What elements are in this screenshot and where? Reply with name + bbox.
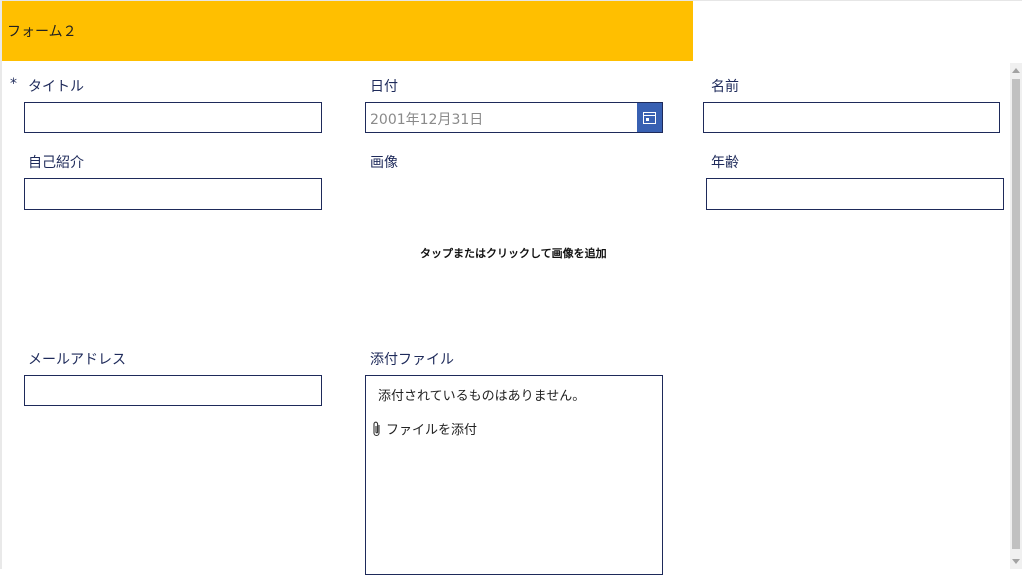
- title-label: タイトル: [28, 79, 84, 95]
- date-picker[interactable]: 2001年12月31日: [365, 102, 663, 133]
- email-input[interactable]: [24, 375, 322, 406]
- email-label: メールアドレス: [28, 352, 126, 368]
- attachment-empty-text: 添付されているものはありません。: [378, 389, 586, 404]
- calendar-icon: [643, 111, 656, 124]
- form-title: フォーム２: [7, 24, 77, 40]
- intro-label: 自己紹介: [28, 155, 84, 171]
- intro-input[interactable]: [24, 178, 322, 210]
- scroll-up-arrow-icon[interactable]: [1010, 63, 1022, 77]
- form-header: フォーム２: [2, 1, 693, 61]
- required-marker: *: [10, 76, 17, 92]
- age-label: 年齢: [711, 155, 739, 171]
- name-input[interactable]: [703, 102, 1000, 133]
- image-add-area[interactable]: タップまたはクリックして画像を追加: [420, 245, 607, 261]
- attachment-label: 添付ファイル: [370, 352, 454, 368]
- attach-file-link[interactable]: ファイルを添付: [372, 419, 477, 438]
- attachment-box: 添付されているものはありません。 ファイルを添付: [365, 375, 663, 575]
- left-border: [0, 0, 2, 569]
- date-value: 2001年12月31日: [370, 112, 484, 128]
- date-label: 日付: [370, 79, 398, 95]
- calendar-button[interactable]: [637, 103, 662, 132]
- title-input[interactable]: [24, 102, 322, 133]
- scroll-down-arrow-icon[interactable]: [1010, 555, 1022, 569]
- image-label: 画像: [370, 155, 398, 171]
- vertical-scrollbar[interactable]: [1010, 63, 1022, 569]
- paperclip-icon: [373, 421, 380, 436]
- name-label: 名前: [711, 79, 739, 95]
- age-input[interactable]: [706, 178, 1004, 210]
- scroll-thumb[interactable]: [1012, 79, 1020, 549]
- attach-file-label: ファイルを添付: [386, 423, 478, 438]
